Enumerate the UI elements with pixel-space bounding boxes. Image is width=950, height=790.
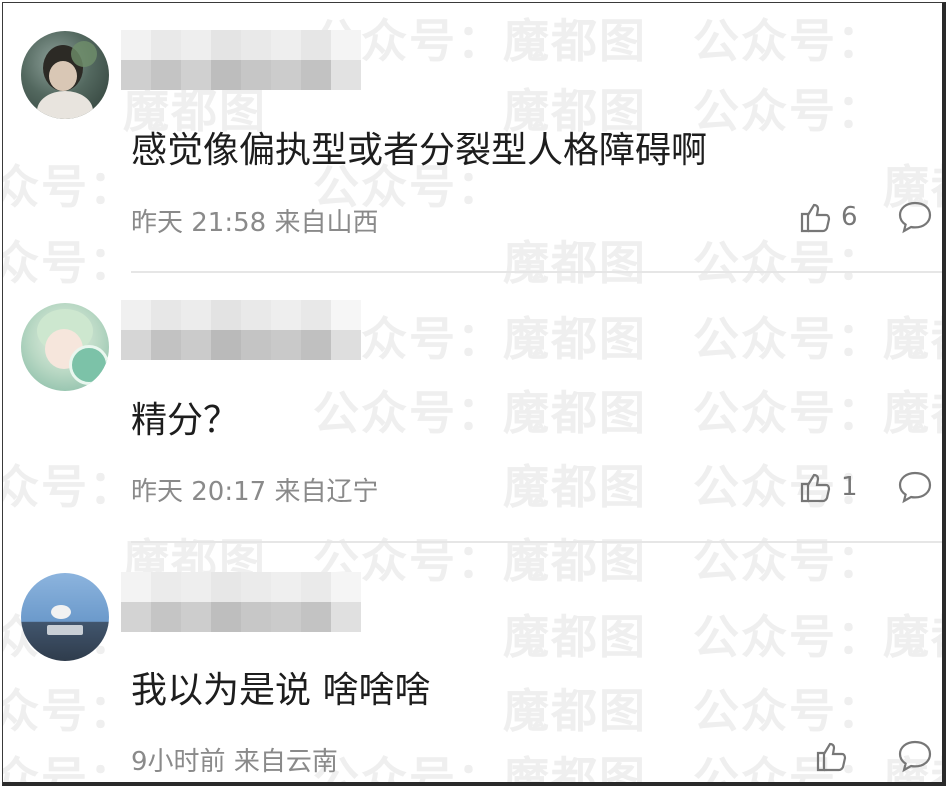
watermark-text: 魔都图 [503, 684, 647, 738]
watermark-text: 公众号： [693, 84, 885, 138]
username-blurred[interactable] [121, 23, 361, 97]
avatar-post [47, 625, 83, 635]
comment-text: 感觉像偏执型或者分裂型人格障碍啊 [131, 130, 708, 171]
avatar[interactable] [21, 573, 109, 661]
watermark-text: 公众号： [693, 236, 885, 290]
watermark-text: 众号： [2, 160, 137, 214]
comment-bubble-icon [898, 471, 932, 504]
comment-text: 精分？ [131, 400, 240, 441]
comment-bubble-icon [898, 740, 932, 773]
comment-meta: 9小时前 来自云南 [131, 741, 338, 778]
avatar-face [49, 61, 77, 91]
comment-time: 9小时前 [131, 747, 226, 777]
watermark-text: 公众号： [693, 14, 885, 68]
watermark-text: 公众号： [693, 386, 885, 440]
thumbs-up-icon [800, 473, 831, 503]
watermark-text: 魔都图 [503, 312, 647, 366]
watermark-text: 公众号： [313, 752, 505, 786]
avatar-swirl [69, 345, 109, 385]
comment-divider [131, 541, 942, 543]
thumbs-up-icon [800, 203, 831, 233]
comment-meta: 昨天 21:58 来自山西 [131, 202, 378, 239]
watermark-text: 公众号： [693, 312, 885, 366]
reply-button[interactable] [897, 739, 933, 777]
comment-location: 来自云南 [233, 747, 338, 777]
reply-button[interactable] [897, 200, 933, 238]
comment-bubble-icon [898, 201, 932, 234]
watermark-text: 魔都 [883, 312, 942, 366]
watermark-text: 魔都图 [503, 386, 647, 440]
like-count: 1 [841, 472, 858, 502]
like-button[interactable]: 1 [799, 470, 858, 504]
watermark-text: 公众号： [693, 684, 885, 738]
watermark-text: 众号： [2, 752, 137, 786]
comment-location: 来自山西 [274, 208, 379, 238]
avatar-shirt [37, 91, 93, 119]
watermark-text: 魔都图 [503, 610, 647, 664]
avatar[interactable] [21, 303, 109, 391]
like-button[interactable] [815, 739, 857, 773]
watermark-text: 魔都图 [503, 460, 647, 514]
thumbs-up-icon [816, 742, 847, 772]
watermark-text: 魔都 [883, 610, 942, 664]
reply-button[interactable] [897, 470, 933, 508]
like-count: 6 [841, 202, 858, 232]
username-blurred[interactable] [121, 293, 361, 367]
watermark-text: 魔都图 [503, 236, 647, 290]
username-blurred[interactable] [121, 565, 361, 639]
avatar[interactable] [21, 31, 109, 119]
watermark-text: 众号： [2, 460, 137, 514]
comment-time: 昨天 20:17 [131, 477, 267, 507]
watermark-text: 公众号： [693, 534, 885, 588]
like-button[interactable]: 6 [799, 200, 858, 234]
watermark-text: 魔都图 [503, 534, 647, 588]
watermark-text: 魔都 [883, 386, 942, 440]
comment-meta: 昨天 20:17 来自辽宁 [131, 471, 378, 508]
comment-time: 昨天 21:58 [131, 208, 267, 238]
watermark-text: 众号： [2, 236, 137, 290]
watermark-text: 公众号： [693, 610, 885, 664]
watermark-text: 公众号： [313, 386, 505, 440]
watermark-text: 众号： [2, 684, 137, 738]
avatar-leaves [71, 41, 97, 67]
watermark-text: 魔都图 [503, 752, 647, 786]
avatar-bird [51, 605, 71, 619]
watermark-text: 魔都图 [503, 14, 647, 68]
comment-location: 来自辽宁 [274, 477, 379, 507]
comment-text: 我以为是说 啥啥啥 [131, 670, 431, 711]
comment-list: 魔都图 公众号： 公众号： 魔都图 魔都图 公众号： 众号： 公众号： 魔都 众… [2, 2, 946, 786]
comment-divider [131, 271, 942, 273]
